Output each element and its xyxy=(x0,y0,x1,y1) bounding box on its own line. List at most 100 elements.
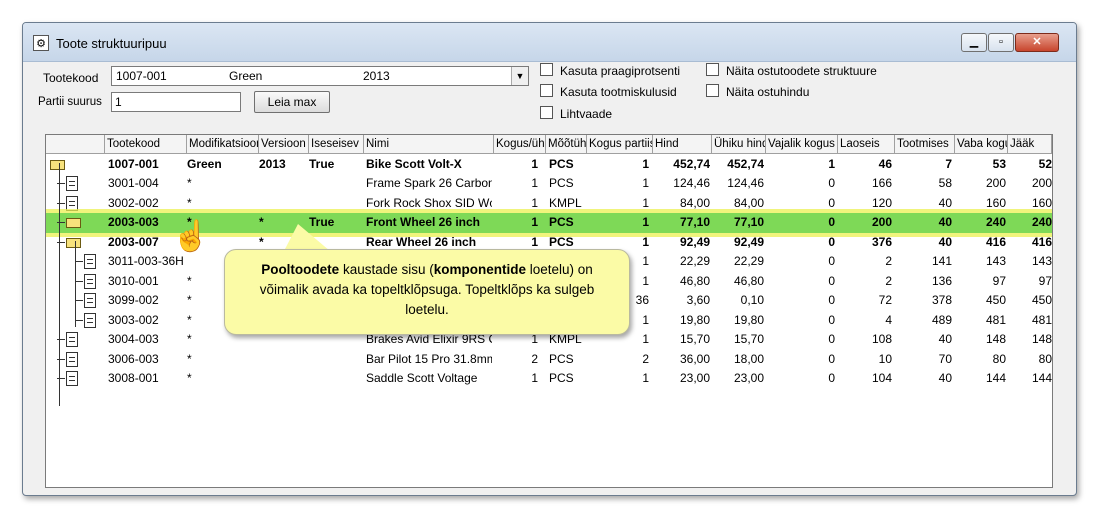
cell-uhiku-hind: 124,46 xyxy=(727,176,764,190)
chevron-down-icon[interactable]: ▼ xyxy=(511,67,528,85)
cell-tootmises: 7 xyxy=(945,156,952,171)
help-callout: Pooltoodete kaustade sisu (komponentide … xyxy=(224,249,630,335)
table-row[interactable]: 3008-001 * Saddle Scott Voltage 1 PCS 1 23,00 2… xyxy=(46,369,1052,389)
cell-jaak: 416 xyxy=(1031,234,1052,249)
cell-mootuhik: KMPL xyxy=(549,195,582,210)
column-header-vajalik-kogus[interactable]: Vajalik kogus xyxy=(766,135,838,154)
cell-kogus-partiis: 2 xyxy=(642,351,649,366)
cell-uhiku-hind: 77,10 xyxy=(733,215,764,229)
cell-versioon xyxy=(259,174,306,193)
cell-kogus-uhik: 1 xyxy=(531,195,538,210)
column-header-tree[interactable] xyxy=(46,135,105,154)
cell-jaak: 148 xyxy=(1031,332,1052,346)
column-header-uhiku-hind[interactable]: Ühiku hind xyxy=(712,135,766,154)
checkbox[interactable] xyxy=(540,63,553,76)
cell-nimi: Front Wheel 26 inch xyxy=(366,215,481,229)
cell-jaak: 240 xyxy=(1031,215,1052,229)
cell-hind: 15,70 xyxy=(679,332,710,346)
document-icon xyxy=(66,176,78,191)
cell-nimi: Fork Rock Shox SID Wc xyxy=(366,195,492,210)
cell-vaba-kogus: 80 xyxy=(992,351,1006,366)
column-header-kogus-uhik[interactable]: Kogus/ühik xyxy=(494,135,546,154)
column-header-tootmises[interactable]: Tootmises xyxy=(895,135,955,154)
column-header-kogus-partiis[interactable]: Kogus partiis xyxy=(587,135,653,154)
cell-hind: 46,80 xyxy=(679,273,710,288)
document-icon xyxy=(66,351,78,367)
column-header-versioon[interactable]: Versioon xyxy=(259,135,309,154)
option-ostuhind[interactable]: Näita ostuhindu xyxy=(706,84,809,99)
column-header-iseseisev[interactable]: Iseseisev xyxy=(309,135,364,154)
tree-connector xyxy=(75,300,83,301)
title-bar[interactable]: ⚙ Toote struktuuripuu ▁ ▫ ✕ xyxy=(23,23,1076,62)
option-ostutoodete-struktuur[interactable]: Näita ostutoodete struktuure xyxy=(706,63,877,78)
column-header-laoseis[interactable]: Laoseis xyxy=(838,135,895,154)
cell-vajalik-kogus: 0 xyxy=(828,293,835,307)
column-header-jaak[interactable]: Jääk xyxy=(1008,135,1052,154)
cell-tootmises: 489 xyxy=(931,312,952,327)
partii-input[interactable]: 1 xyxy=(111,92,241,112)
column-header-vaba-kogus[interactable]: Vaba kogus xyxy=(955,135,1008,154)
cell-hind: 124,46 xyxy=(673,176,710,190)
cell-uhiku-hind: 452,74 xyxy=(727,156,764,171)
app-icon: ⚙ xyxy=(33,35,49,51)
tootekood-version: 2013 xyxy=(363,69,390,83)
checkbox[interactable] xyxy=(706,63,719,76)
option-praagiprotsent[interactable]: Kasuta praagiprotsenti xyxy=(540,63,680,78)
cell-uhiku-hind: 23,00 xyxy=(733,371,764,385)
tree-connector xyxy=(75,319,83,321)
document-icon xyxy=(66,195,78,211)
option-tootmiskulud[interactable]: Kasuta tootmiskulusid xyxy=(540,84,677,99)
cell-versioon xyxy=(259,350,306,369)
tootekood-modification: Green xyxy=(229,69,263,83)
cell-vaba-kogus: 160 xyxy=(985,195,1006,210)
cell-laoseis: 10 xyxy=(878,351,892,366)
cell-hind: 3,60 xyxy=(686,293,710,307)
table-row[interactable]: 3002-002 * Fork Rock Shox SID Wc 1 KMPL 1 84,0… xyxy=(46,194,1052,214)
cell-tootekood: 3004-003 xyxy=(108,332,159,346)
folder-icon[interactable] xyxy=(66,218,81,228)
tootekood-select[interactable]: 1007-001 Green 2013 ▼ xyxy=(111,66,529,86)
cell-uhiku-hind: 22,29 xyxy=(733,254,764,268)
cell-tootmises: 40 xyxy=(938,195,952,210)
folder-icon[interactable] xyxy=(66,237,81,248)
checkbox[interactable] xyxy=(540,106,553,119)
cell-vaba-kogus: 240 xyxy=(985,215,1006,229)
table-row[interactable]: 3001-004 * Frame Spark 26 Carbon, 1 PCS 1 124,… xyxy=(46,174,1052,194)
column-header-nimi[interactable]: Nimi xyxy=(364,135,494,154)
close-button[interactable]: ✕ xyxy=(1015,33,1059,52)
cell-vajalik-kogus: 0 xyxy=(828,312,835,327)
minimize-button[interactable]: ▁ xyxy=(961,33,987,52)
cell-mootuhik: PCS xyxy=(549,351,574,366)
cell-laoseis: 166 xyxy=(871,176,892,190)
folder-icon[interactable] xyxy=(50,159,65,170)
cell-laoseis: 2 xyxy=(885,273,892,288)
option-lihtvaade[interactable]: Lihtvaade xyxy=(540,106,612,121)
cell-iseseisev xyxy=(309,194,361,213)
cell-hind: 23,00 xyxy=(679,371,710,385)
table-row[interactable]: 1007-001 Green 2013 True Bike Scott Volt-X 1 P… xyxy=(46,155,1052,175)
leia-max-button[interactable]: Leia max xyxy=(254,91,330,113)
cell-hind: 19,80 xyxy=(679,312,710,327)
cell-vaba-kogus: 200 xyxy=(985,176,1006,190)
column-header-tootekood[interactable]: Tootekood xyxy=(105,135,187,154)
cell-jaak: 481 xyxy=(1031,312,1052,327)
cell-vaba-kogus: 481 xyxy=(985,312,1006,327)
checkbox[interactable] xyxy=(540,84,553,97)
cell-modifikatsioon: Green xyxy=(187,156,222,171)
table-row[interactable]: 3006-003 * Bar Pilot 15 Pro 31.8mm 2 PCS 2 36,… xyxy=(46,350,1052,370)
cell-mootuhik: PCS xyxy=(549,215,574,229)
column-header-modifikatsioon[interactable]: Modifikatsioon xyxy=(187,135,259,154)
cell-tootekood: 3006-003 xyxy=(108,351,159,366)
column-header-hind[interactable]: Hind xyxy=(653,135,712,154)
cell-tootmises: 40 xyxy=(938,215,952,229)
cell-kogus-partiis: 1 xyxy=(642,195,649,210)
column-header-mootuhik[interactable]: Mõõtühik xyxy=(546,135,587,154)
cell-modifikatsioon: * xyxy=(187,176,192,190)
cell-hind: 452,74 xyxy=(673,156,710,171)
cell-hind: 92,49 xyxy=(679,234,710,249)
maximize-button[interactable]: ▫ xyxy=(988,33,1014,52)
cell-tootekood: 3099-002 xyxy=(108,293,159,307)
checkbox[interactable] xyxy=(706,84,719,97)
cell-versioon xyxy=(259,194,306,213)
tree-connector xyxy=(75,261,83,262)
